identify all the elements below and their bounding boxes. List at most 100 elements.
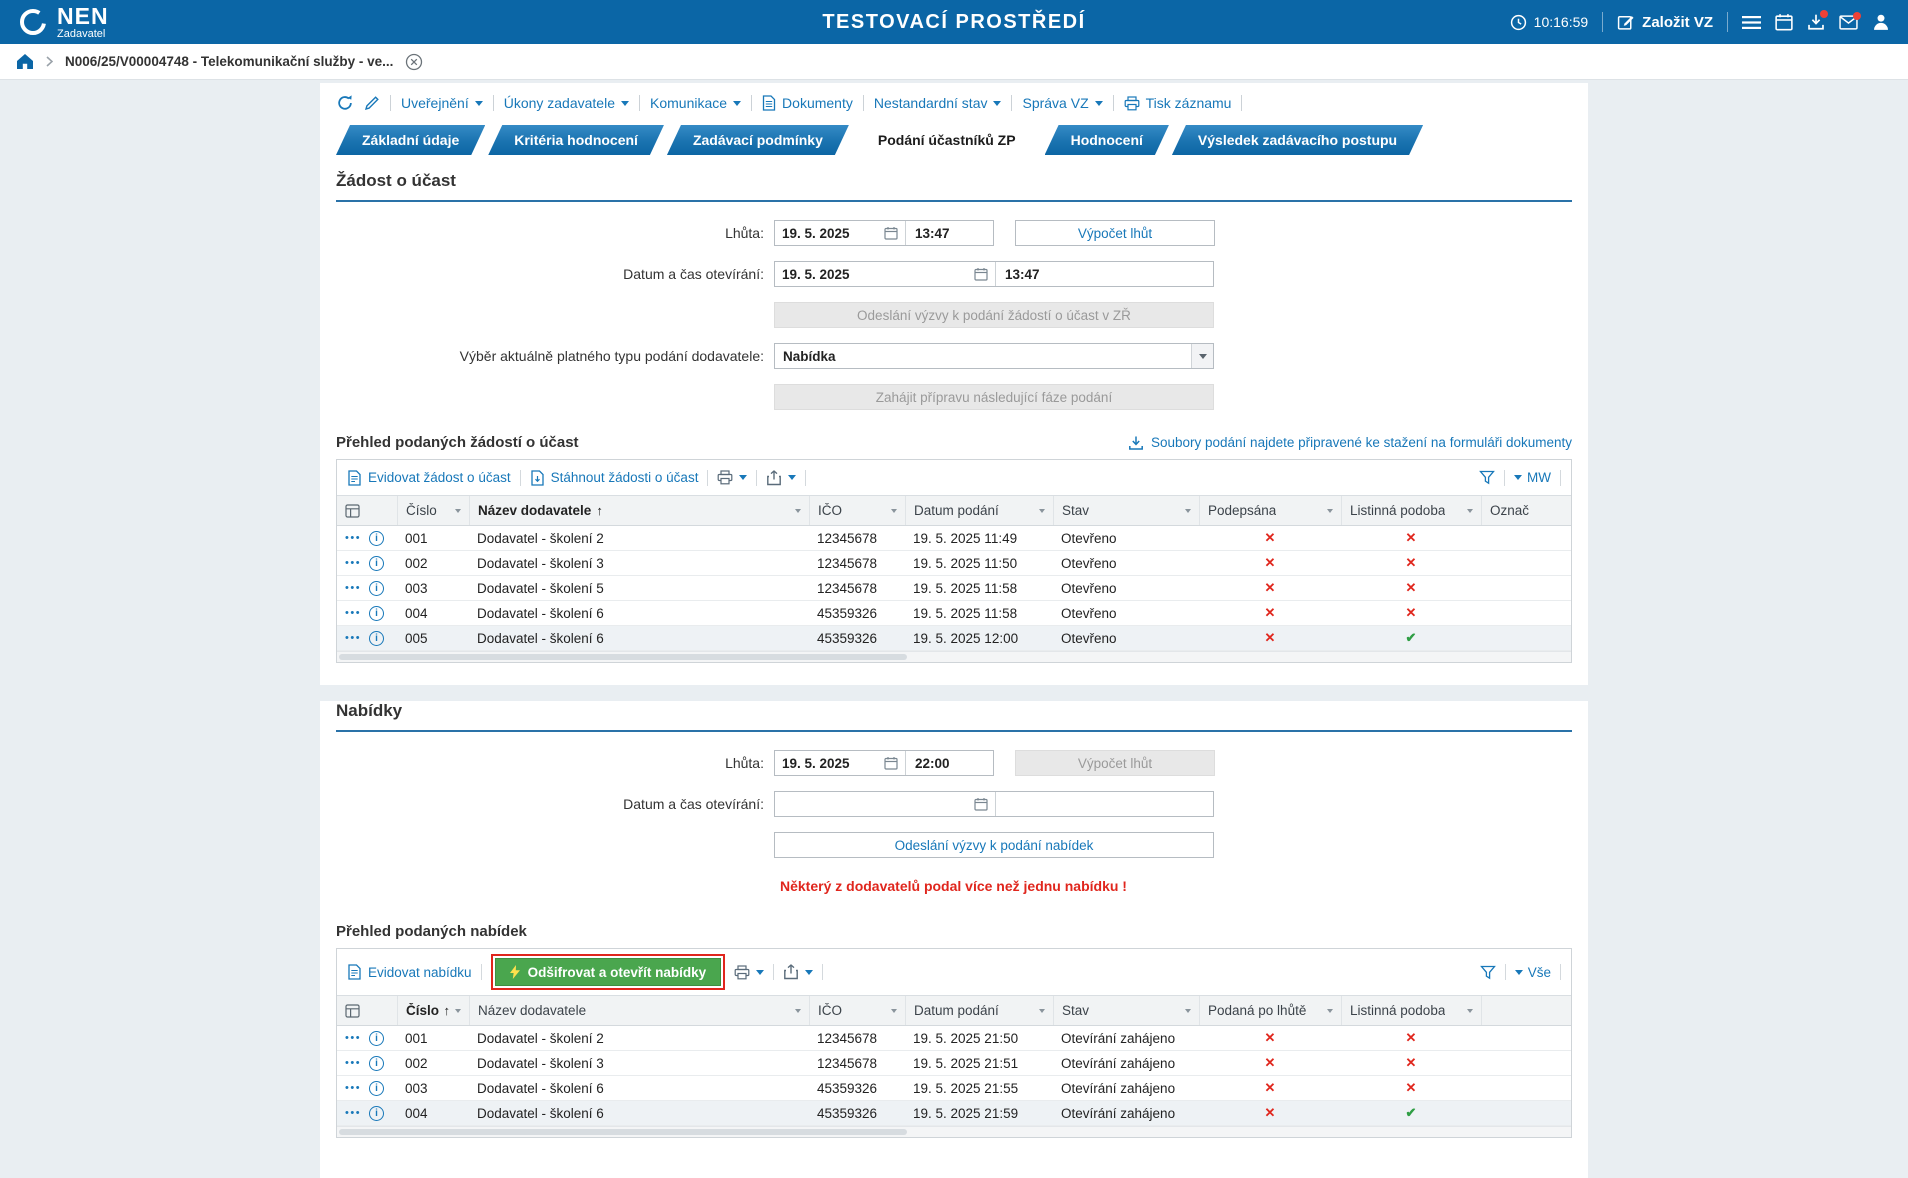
otevirani-time-value[interactable]: 13:47 (995, 262, 1213, 286)
horizontal-scrollbar[interactable] (337, 651, 1571, 662)
horizontal-scrollbar[interactable] (337, 1126, 1571, 1137)
create-vz-button[interactable]: Založit VZ (1617, 13, 1713, 31)
otevirani-datetime-input[interactable]: 19. 5. 2025 13:47 (774, 261, 1214, 287)
lhuta-date-value[interactable]: 19. 5. 2025 (782, 756, 878, 771)
tab-zakladni-udaje[interactable]: Základní údaje (336, 125, 485, 155)
home-icon[interactable] (16, 53, 34, 70)
table-row[interactable]: 002 Dodavatel - školení 3 12345678 19. 5… (337, 551, 1571, 576)
col-header-ico[interactable]: IČO (809, 996, 905, 1025)
calendar-icon[interactable] (884, 756, 898, 770)
info-icon[interactable] (369, 1106, 384, 1121)
row-menu-icon[interactable] (345, 533, 361, 544)
filter-caret-icon[interactable] (1039, 509, 1045, 513)
filter-caret-icon[interactable] (1039, 1009, 1045, 1013)
menu-ukony-zadavatele[interactable]: Úkony zadavatele (504, 95, 629, 111)
menu-icon[interactable] (1742, 15, 1761, 30)
calendar-icon[interactable] (1775, 13, 1793, 31)
table-row[interactable]: 003 Dodavatel - školení 6 45359326 19. 5… (337, 1076, 1571, 1101)
filter-caret-icon[interactable] (455, 1009, 461, 1013)
zahajit-pripravu-button[interactable]: Zahájit přípravu následující fáze podání (774, 384, 1214, 410)
refresh-icon[interactable] (336, 94, 354, 112)
info-icon[interactable] (369, 1056, 384, 1071)
filter-caret-icon[interactable] (1327, 509, 1333, 513)
table-row[interactable]: 004 Dodavatel - školení 6 45359326 19. 5… (337, 601, 1571, 626)
filter-caret-icon[interactable] (795, 509, 801, 513)
menu-sprava-vz[interactable]: Správa VZ (1022, 95, 1102, 111)
tab-vysledek[interactable]: Výsledek zadávacího postupu (1172, 125, 1423, 155)
info-icon[interactable] (369, 581, 384, 596)
edit-icon[interactable] (364, 95, 380, 111)
row-menu-icon[interactable] (345, 608, 361, 619)
column-settings-icon[interactable] (345, 1004, 360, 1018)
col-header-nazev[interactable]: Název dodavatele (469, 996, 809, 1025)
nen-logo[interactable]: NEN Zadavatel (18, 5, 109, 40)
lhuta-time-value[interactable]: 13:47 (905, 221, 993, 245)
column-settings-icon[interactable] (345, 504, 360, 518)
chevron-down-icon[interactable] (739, 475, 747, 480)
menu-dokumenty[interactable]: Dokumenty (762, 95, 853, 111)
filter-caret-icon[interactable] (891, 509, 897, 513)
soubory-podani-link[interactable]: Soubory podání najdete připravené ke sta… (1128, 435, 1572, 451)
filter-caret-icon[interactable] (1467, 509, 1473, 513)
info-icon[interactable] (369, 606, 384, 621)
lhuta-time-value[interactable]: 22:00 (905, 751, 993, 775)
close-record-icon[interactable] (405, 53, 423, 71)
nabidky-otevirani-datetime-input[interactable] (774, 791, 1214, 817)
filter-caret-icon[interactable] (1185, 509, 1191, 513)
col-header-nazev[interactable]: Název dodavatele (469, 496, 809, 525)
print-table-button[interactable] (717, 470, 747, 485)
evidovat-nabidku-button[interactable]: Evidovat nabídku (347, 964, 472, 980)
filter-caret-icon[interactable] (455, 509, 461, 513)
row-menu-icon[interactable] (345, 1108, 361, 1119)
row-menu-icon[interactable] (345, 1083, 361, 1094)
col-header-oznac[interactable]: Označ (1481, 496, 1571, 525)
lhuta-datetime-input[interactable]: 19. 5. 2025 13:47 (774, 220, 994, 246)
typ-podani-select[interactable]: Nabídka (774, 343, 1214, 369)
col-header-stav[interactable]: Stav (1053, 496, 1199, 525)
row-menu-icon[interactable] (345, 633, 361, 644)
odeslani-vyzvy-nabidek-button[interactable]: Odeslání výzvy k podání nabídek (774, 832, 1214, 858)
select-chevron-icon[interactable] (1191, 344, 1213, 368)
otevirani-date-value[interactable]: 19. 5. 2025 (782, 267, 968, 282)
chevron-down-icon[interactable] (805, 970, 813, 975)
col-header-listinna[interactable]: Listinná podoba (1341, 496, 1481, 525)
col-header-datum[interactable]: Datum podání (905, 496, 1053, 525)
table-row[interactable]: 001 Dodavatel - školení 2 12345678 19. 5… (337, 1026, 1571, 1051)
table-row[interactable]: 002 Dodavatel - školení 3 12345678 19. 5… (337, 1051, 1571, 1076)
row-menu-icon[interactable] (345, 1058, 361, 1069)
filter-caret-icon[interactable] (891, 1009, 897, 1013)
calendar-icon[interactable] (974, 267, 988, 281)
odsifrovat-button[interactable]: Odšifrovat a otevřít nabídky (495, 958, 722, 986)
table-row[interactable]: 001 Dodavatel - školení 2 12345678 19. 5… (337, 526, 1571, 551)
calendar-icon[interactable] (974, 797, 988, 811)
info-icon[interactable] (369, 631, 384, 646)
col-header-ico[interactable]: IČO (809, 496, 905, 525)
col-header-podana-po-lhute[interactable]: Podaná po lhůtě (1199, 996, 1341, 1025)
vypocet-lhut-button-disabled[interactable]: Výpočet lhůt (1015, 750, 1215, 776)
table-row[interactable]: 004 Dodavatel - školení 6 45359326 19. 5… (337, 1101, 1571, 1126)
filter-icon[interactable] (1479, 470, 1495, 485)
breadcrumb-item[interactable]: N006/25/V00004748 - Telekomunikační služ… (65, 54, 393, 69)
print-record-button[interactable]: Tisk záznamu (1124, 95, 1232, 111)
col-header-cislo[interactable]: Číslo (397, 496, 469, 525)
col-header-listinna[interactable]: Listinná podoba (1341, 996, 1481, 1025)
filter-caret-icon[interactable] (795, 1009, 801, 1013)
table-row[interactable]: 005 Dodavatel - školení 6 45359326 19. 5… (337, 626, 1571, 651)
stahnout-zadosti-button[interactable]: Stáhnout žádosti o účast (530, 470, 699, 486)
calendar-icon[interactable] (884, 226, 898, 240)
col-header-stav[interactable]: Stav (1053, 996, 1199, 1025)
export-table-button[interactable] (783, 964, 813, 980)
nabidky-lhuta-datetime-input[interactable]: 19. 5. 2025 22:00 (774, 750, 994, 776)
info-icon[interactable] (369, 1081, 384, 1096)
vypocet-lhut-button[interactable]: Výpočet lhůt (1015, 220, 1215, 246)
filter-icon[interactable] (1480, 965, 1496, 980)
filter-caret-icon[interactable] (1327, 1009, 1333, 1013)
table-row[interactable]: 003 Dodavatel - školení 5 12345678 19. 5… (337, 576, 1571, 601)
view-selector[interactable]: MW (1514, 470, 1551, 485)
export-table-button[interactable] (766, 470, 796, 486)
info-icon[interactable] (369, 1031, 384, 1046)
print-table-button[interactable] (734, 965, 764, 980)
tab-hodnoceni[interactable]: Hodnocení (1045, 125, 1169, 155)
menu-uverejneni[interactable]: Uveřejnění (401, 95, 483, 111)
col-header-cislo[interactable]: Číslo (397, 996, 469, 1025)
